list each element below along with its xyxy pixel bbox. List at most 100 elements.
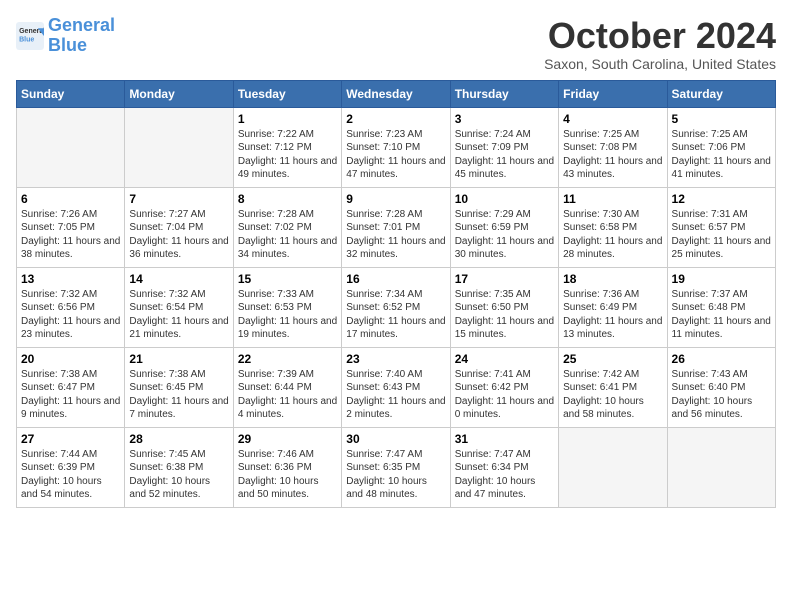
cell-info: Sunrise: 7:39 AMSunset: 6:44 PMDaylight:… <box>238 368 337 422</box>
calendar-cell: 26Sunrise: 7:43 AMSunset: 6:40 PMDayligh… <box>667 347 775 427</box>
cell-info: Sunrise: 7:36 AMSunset: 6:49 PMDaylight:… <box>563 288 662 342</box>
cell-info: Sunrise: 7:29 AMSunset: 6:59 PMDaylight:… <box>455 208 554 262</box>
cell-info: Sunrise: 7:25 AMSunset: 7:06 PMDaylight:… <box>672 128 771 182</box>
calendar-cell: 2 Sunrise: 7:23 AMSunset: 7:10 PMDaylight… <box>342 107 450 187</box>
cell-info: Sunrise: 7:31 AMSunset: 6:57 PMDaylight:… <box>672 208 771 262</box>
day-number: 4 <box>563 112 662 126</box>
cell-info: Sunrise: 7:23 AMSunset: 7:10 PMDaylight:… <box>346 128 445 182</box>
calendar-cell: 24 Sunrise: 7:41 AMSunset: 6:42 PMDayligh… <box>450 347 558 427</box>
calendar-cell: 4Sunrise: 7:25 AMSunset: 7:08 PMDaylight… <box>559 107 667 187</box>
calendar-cell: 5 Sunrise: 7:25 AMSunset: 7:06 PMDaylight… <box>667 107 775 187</box>
header-wednesday: Wednesday <box>342 80 450 107</box>
day-number: 13 <box>21 272 120 286</box>
cell-info: Sunrise: 7:34 AMSunset: 6:52 PMDaylight:… <box>346 288 445 342</box>
week-row-1: 1 Sunrise: 7:22 AMSunset: 7:12 PMDaylight… <box>17 107 776 187</box>
calendar-cell: 21Sunrise: 7:38 AMSunset: 6:45 PMDayligh… <box>125 347 233 427</box>
day-number: 19 <box>672 272 771 286</box>
cell-info: Sunrise: 7:28 AMSunset: 7:01 PMDaylight:… <box>346 208 445 262</box>
header-thursday: Thursday <box>450 80 558 107</box>
calendar-cell: 12 Sunrise: 7:31 AMSunset: 6:57 PMDayligh… <box>667 187 775 267</box>
cell-info: Sunrise: 7:37 AMSunset: 6:48 PMDaylight:… <box>672 288 771 342</box>
day-number: 31 <box>455 432 554 446</box>
calendar-cell: 1 Sunrise: 7:22 AMSunset: 7:12 PMDaylight… <box>233 107 341 187</box>
calendar-cell: 9 Sunrise: 7:28 AMSunset: 7:01 PMDaylight… <box>342 187 450 267</box>
cell-info: Sunrise: 7:28 AMSunset: 7:02 PMDaylight:… <box>238 208 337 262</box>
cell-info: Sunrise: 7:38 AMSunset: 6:47 PMDaylight:… <box>21 368 120 422</box>
cell-info: Sunrise: 7:26 AMSunset: 7:05 PMDaylight:… <box>21 208 120 262</box>
logo-text-blue: Blue <box>48 36 115 56</box>
calendar-body: 1 Sunrise: 7:22 AMSunset: 7:12 PMDaylight… <box>17 107 776 507</box>
day-number: 29 <box>238 432 337 446</box>
header-monday: Monday <box>125 80 233 107</box>
cell-info: Sunrise: 7:43 AMSunset: 6:40 PMDaylight:… <box>672 368 771 422</box>
calendar-cell: 3 Sunrise: 7:24 AMSunset: 7:09 PMDaylight… <box>450 107 558 187</box>
calendar-cell <box>667 427 775 507</box>
calendar-cell: 28Sunrise: 7:45 AMSunset: 6:38 PMDayligh… <box>125 427 233 507</box>
day-number: 20 <box>21 352 120 366</box>
day-number: 18 <box>563 272 662 286</box>
day-number: 2 <box>346 112 445 126</box>
cell-info: Sunrise: 7:45 AMSunset: 6:38 PMDaylight:… <box>129 448 228 502</box>
day-number: 16 <box>346 272 445 286</box>
week-row-3: 13 Sunrise: 7:32 AMSunset: 6:56 PMDayligh… <box>17 267 776 347</box>
day-number: 15 <box>238 272 337 286</box>
cell-info: Sunrise: 7:35 AMSunset: 6:50 PMDaylight:… <box>455 288 554 342</box>
cell-info: Sunrise: 7:22 AMSunset: 7:12 PMDaylight:… <box>238 128 337 182</box>
calendar-cell: 13 Sunrise: 7:32 AMSunset: 6:56 PMDayligh… <box>17 267 125 347</box>
calendar-table: SundayMondayTuesdayWednesdayThursdayFrid… <box>16 80 776 508</box>
day-number: 23 <box>346 352 445 366</box>
day-number: 10 <box>455 192 554 206</box>
day-number: 1 <box>238 112 337 126</box>
calendar-cell: 17 Sunrise: 7:35 AMSunset: 6:50 PMDayligh… <box>450 267 558 347</box>
day-number: 5 <box>672 112 771 126</box>
calendar-cell: 20 Sunrise: 7:38 AMSunset: 6:47 PMDayligh… <box>17 347 125 427</box>
cell-info: Sunrise: 7:32 AMSunset: 6:56 PMDaylight:… <box>21 288 120 342</box>
calendar-header: SundayMondayTuesdayWednesdayThursdayFrid… <box>17 80 776 107</box>
svg-text:Blue: Blue <box>19 36 34 43</box>
calendar-cell: 27Sunrise: 7:44 AMSunset: 6:39 PMDayligh… <box>17 427 125 507</box>
location-subtitle: Saxon, South Carolina, United States <box>544 56 776 72</box>
day-number: 12 <box>672 192 771 206</box>
cell-info: Sunrise: 7:30 AMSunset: 6:58 PMDaylight:… <box>563 208 662 262</box>
day-number: 27 <box>21 432 120 446</box>
cell-info: Sunrise: 7:47 AMSunset: 6:34 PMDaylight:… <box>455 448 554 502</box>
cell-info: Sunrise: 7:32 AMSunset: 6:54 PMDaylight:… <box>129 288 228 342</box>
calendar-cell: 14 Sunrise: 7:32 AMSunset: 6:54 PMDayligh… <box>125 267 233 347</box>
day-number: 22 <box>238 352 337 366</box>
day-number: 21 <box>129 352 228 366</box>
day-number: 6 <box>21 192 120 206</box>
header-friday: Friday <box>559 80 667 107</box>
cell-info: Sunrise: 7:47 AMSunset: 6:35 PMDaylight:… <box>346 448 445 502</box>
logo-text-general: General <box>48 16 115 36</box>
calendar-cell: 30Sunrise: 7:47 AMSunset: 6:35 PMDayligh… <box>342 427 450 507</box>
cell-info: Sunrise: 7:42 AMSunset: 6:41 PMDaylight:… <box>563 368 662 422</box>
day-number: 24 <box>455 352 554 366</box>
day-number: 9 <box>346 192 445 206</box>
cell-info: Sunrise: 7:33 AMSunset: 6:53 PMDaylight:… <box>238 288 337 342</box>
page-header: General Blue General Blue October 2024 S… <box>16 16 776 72</box>
logo-icon: General Blue <box>16 22 44 50</box>
week-row-2: 6 Sunrise: 7:26 AMSunset: 7:05 PMDaylight… <box>17 187 776 267</box>
calendar-cell: 6 Sunrise: 7:26 AMSunset: 7:05 PMDaylight… <box>17 187 125 267</box>
day-number: 7 <box>129 192 228 206</box>
calendar-cell: 19 Sunrise: 7:37 AMSunset: 6:48 PMDayligh… <box>667 267 775 347</box>
calendar-cell: 10 Sunrise: 7:29 AMSunset: 6:59 PMDayligh… <box>450 187 558 267</box>
day-number: 3 <box>455 112 554 126</box>
calendar-cell: 11Sunrise: 7:30 AMSunset: 6:58 PMDayligh… <box>559 187 667 267</box>
calendar-cell <box>125 107 233 187</box>
calendar-cell: 29Sunrise: 7:46 AMSunset: 6:36 PMDayligh… <box>233 427 341 507</box>
calendar-cell: 31 Sunrise: 7:47 AMSunset: 6:34 PMDayligh… <box>450 427 558 507</box>
header-sunday: Sunday <box>17 80 125 107</box>
cell-info: Sunrise: 7:27 AMSunset: 7:04 PMDaylight:… <box>129 208 228 262</box>
logo: General Blue General Blue <box>16 16 115 56</box>
week-row-5: 27Sunrise: 7:44 AMSunset: 6:39 PMDayligh… <box>17 427 776 507</box>
day-number: 17 <box>455 272 554 286</box>
calendar-cell <box>17 107 125 187</box>
cell-info: Sunrise: 7:41 AMSunset: 6:42 PMDaylight:… <box>455 368 554 422</box>
calendar-cell: 15 Sunrise: 7:33 AMSunset: 6:53 PMDayligh… <box>233 267 341 347</box>
calendar-cell: 8Sunrise: 7:28 AMSunset: 7:02 PMDaylight… <box>233 187 341 267</box>
cell-info: Sunrise: 7:24 AMSunset: 7:09 PMDaylight:… <box>455 128 554 182</box>
month-title: October 2024 <box>544 16 776 56</box>
day-number: 14 <box>129 272 228 286</box>
week-row-4: 20 Sunrise: 7:38 AMSunset: 6:47 PMDayligh… <box>17 347 776 427</box>
